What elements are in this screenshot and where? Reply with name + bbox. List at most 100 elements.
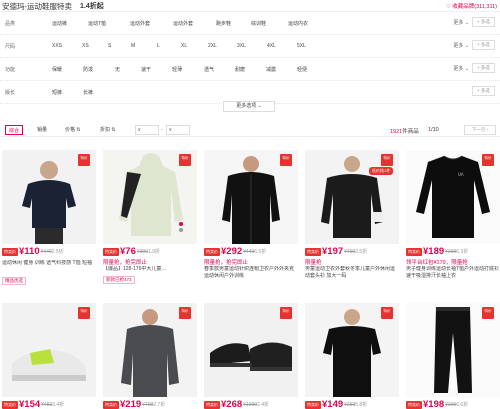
price-tag: 特卖价 [305, 400, 321, 409]
filter-row-size: 尺码 XXS XS S M L XL 2XL 3XL 4XL 5XL 更多 ⌄ … [0, 35, 500, 58]
original-price: ¥799 [344, 248, 356, 255]
filter-option[interactable]: L [157, 43, 160, 49]
filter-option[interactable]: M [131, 43, 135, 49]
product-card[interactable]: 特价 特卖价 ¥198¥2996.6折 [406, 303, 500, 409]
product-card[interactable]: 特价 特卖价 ¥292¥4496.5折 限量抢，抢完即止 春季款男童运动针织连帽卫… [204, 150, 298, 290]
filter-option[interactable]: 5XL [297, 43, 306, 49]
product-card[interactable]: 特价 特卖价 ¥219¥7992.7折 [103, 303, 197, 409]
brand-header: 安德玛-运动鞋服特卖 1.4折起 ♡ 收藏品牌(311,311) [0, 0, 500, 12]
product-card[interactable]: 特价 低价抢1件 特卖价 ¥197¥7992.5折 限量抢 男童运动卫衣外套秋冬季… [305, 150, 399, 290]
filter-option[interactable]: XXS [52, 43, 62, 49]
product-card[interactable]: UA 特价 特卖价 ¥189¥2996.3折 领平台红包¥179，限量抢 男子健身… [406, 150, 500, 290]
price-tag: 特卖价 [103, 247, 119, 256]
filter-option[interactable]: 运动T恤 [88, 20, 106, 27]
price-min-input[interactable]: ¥ [135, 125, 159, 135]
filter-multi-select-button[interactable]: + 多选 [472, 40, 495, 50]
price-tag: 特卖价 [103, 400, 119, 409]
filter-option[interactable]: 2XL [208, 43, 217, 49]
price-row: 特卖价 ¥198¥2996.6折 [406, 399, 500, 409]
filter-option[interactable]: 防泼 [83, 66, 93, 73]
promo-text: 限量抢 [305, 260, 322, 266]
product-title[interactable]: 【爆品】128-176中大儿童… [103, 266, 197, 273]
discount-badge: 特价 [482, 154, 494, 166]
promo-pill: 低价抢1件 [369, 167, 394, 175]
filter-option[interactable]: 运动裤 [52, 20, 67, 27]
filter-multi-select-button[interactable]: + 多选 [472, 86, 495, 96]
filter-option[interactable]: 跑步鞋 [216, 20, 231, 27]
sort-bar: 综合 销量 价格 ⇅ 折扣 ⇅ ¥ - ¥ 1921件商品 1/10 下一页 › [0, 123, 500, 137]
sort-sales[interactable]: 销量 [34, 125, 50, 135]
original-price: ¥259 [344, 401, 356, 408]
filter-option[interactable]: 无 [115, 66, 120, 73]
product-card[interactable]: 特价 特卖价 ¥149¥2595.8折 [305, 303, 399, 409]
product-card[interactable]: 特价 特卖价 ¥110¥4492.5折 运动休闲 健身 训练 透气科技感 T恤 短… [2, 150, 96, 290]
discount-badge: 特价 [280, 154, 292, 166]
filter-option[interactable]: 运动内衣 [288, 20, 308, 27]
price-range-dash: - [161, 127, 163, 133]
price-row: 特卖价 ¥110¥4492.5折 [2, 246, 96, 257]
filter-option[interactable]: 减震 [266, 66, 276, 73]
price-row: 特卖价 ¥292¥4496.5折 [204, 246, 298, 257]
filter-multi-select-button[interactable]: + 多选 [472, 17, 495, 27]
discount-badge: 特价 [280, 307, 292, 319]
filter-label: 尺码 [5, 44, 16, 50]
price-row: 特卖价 ¥149¥2595.8折 [305, 399, 399, 409]
product-title[interactable]: 运动休闲 健身 训练 透气科技感 T恤 短袖 [2, 260, 96, 267]
filter-option[interactable]: XL [181, 43, 187, 49]
more-options-button[interactable]: 更多选项 ⌄ [223, 101, 275, 112]
filter-label: 功能 [5, 67, 16, 73]
sale-price: ¥198 [423, 399, 445, 409]
filter-option[interactable]: 4XL [267, 43, 276, 49]
filter-option[interactable]: 轻便 [297, 66, 307, 73]
product-card[interactable]: 特价 特卖价 ¥154¥4503.4折 [2, 303, 96, 409]
filter-option[interactable]: XS [82, 43, 89, 49]
product-card[interactable]: 特价 特卖价 ¥268¥10992.4折 [204, 303, 298, 409]
product-title[interactable]: 男童运动卫衣外套秋冬季儿童户外休闲运动套头衫 加大一码 [305, 266, 399, 280]
product-label: 精品优选 [2, 277, 26, 285]
price-row: 特卖价 ¥219¥7992.7折 [103, 399, 197, 409]
product-card[interactable]: 特价 特卖价 ¥76¥3991.9折 限量抢，抢完即止 【爆品】128-176中大… [103, 150, 197, 290]
sale-price: ¥189 [423, 246, 445, 257]
filter-option[interactable]: S [108, 43, 111, 49]
filter-option[interactable]: 保暖 [52, 66, 62, 73]
filter-option[interactable]: 运动外套 [173, 20, 193, 27]
discount-badge: 特价 [78, 307, 90, 319]
filter-more-button[interactable]: 更多 ⌄ [453, 65, 469, 72]
filter-label: 品类 [5, 21, 16, 27]
product-title[interactable]: 春季款男童运动针织连帽卫衣户外外夹克运动休闲户外训练 [204, 266, 298, 280]
sort-discount[interactable]: 折扣 ⇅ [97, 125, 119, 135]
filter-option[interactable]: 综训鞋 [251, 20, 266, 27]
original-price: ¥299 [445, 401, 457, 408]
discount-badge: 特价 [78, 154, 90, 166]
filter-more-button[interactable]: 更多 ⌄ [453, 19, 469, 26]
price-tag: 特卖价 [204, 400, 220, 409]
filter-row-function: 功能 保暖 防泼 无 速干 轻薄 透气 耐磨 减震 轻便 更多 ⌄ + 多选 [0, 58, 500, 81]
sort-price[interactable]: 价格 ⇅ [62, 125, 84, 135]
next-page-button[interactable]: 下一页 › [464, 125, 496, 135]
svg-text:UA: UA [458, 172, 464, 177]
filter-multi-select-button[interactable]: + 多选 [472, 63, 495, 73]
discount-rate: 2.4折 [257, 402, 269, 408]
filter-option[interactable]: 长裤 [83, 89, 93, 96]
filter-label: 版长 [5, 90, 16, 96]
price-tag: 特卖价 [204, 247, 220, 256]
filter-option[interactable]: 轻薄 [172, 66, 182, 73]
sort-comprehensive[interactable]: 综合 [5, 125, 24, 135]
price-max-input[interactable]: ¥ [166, 125, 190, 135]
filter-option[interactable]: 耐磨 [235, 66, 245, 73]
filter-option[interactable]: 速干 [141, 66, 151, 73]
sale-price: ¥154 [19, 399, 41, 409]
sold-count: 新款已抢473 [103, 276, 135, 284]
product-title[interactable]: 男子健身训练运动长袖T恤户外运动打底衫速干吸湿排汗长袖上衣 [406, 266, 500, 280]
discount-rate: 2.5折 [51, 249, 64, 255]
filter-option[interactable]: 运动外套 [130, 20, 150, 27]
filter-more-button[interactable]: 更多 ⌄ [453, 42, 469, 49]
filter-option[interactable]: 短裤 [52, 89, 62, 96]
filter-option[interactable]: 透气 [204, 66, 214, 73]
sale-price: ¥110 [19, 246, 40, 257]
brand-title: 安德玛-运动鞋服特卖 [2, 2, 72, 11]
discount-rate: 2.7折 [153, 402, 166, 408]
favorite-brand-button[interactable]: ♡ 收藏品牌(311,311) [446, 2, 497, 10]
discount-rate: 5.8折 [355, 402, 368, 408]
filter-option[interactable]: 3XL [237, 43, 246, 49]
